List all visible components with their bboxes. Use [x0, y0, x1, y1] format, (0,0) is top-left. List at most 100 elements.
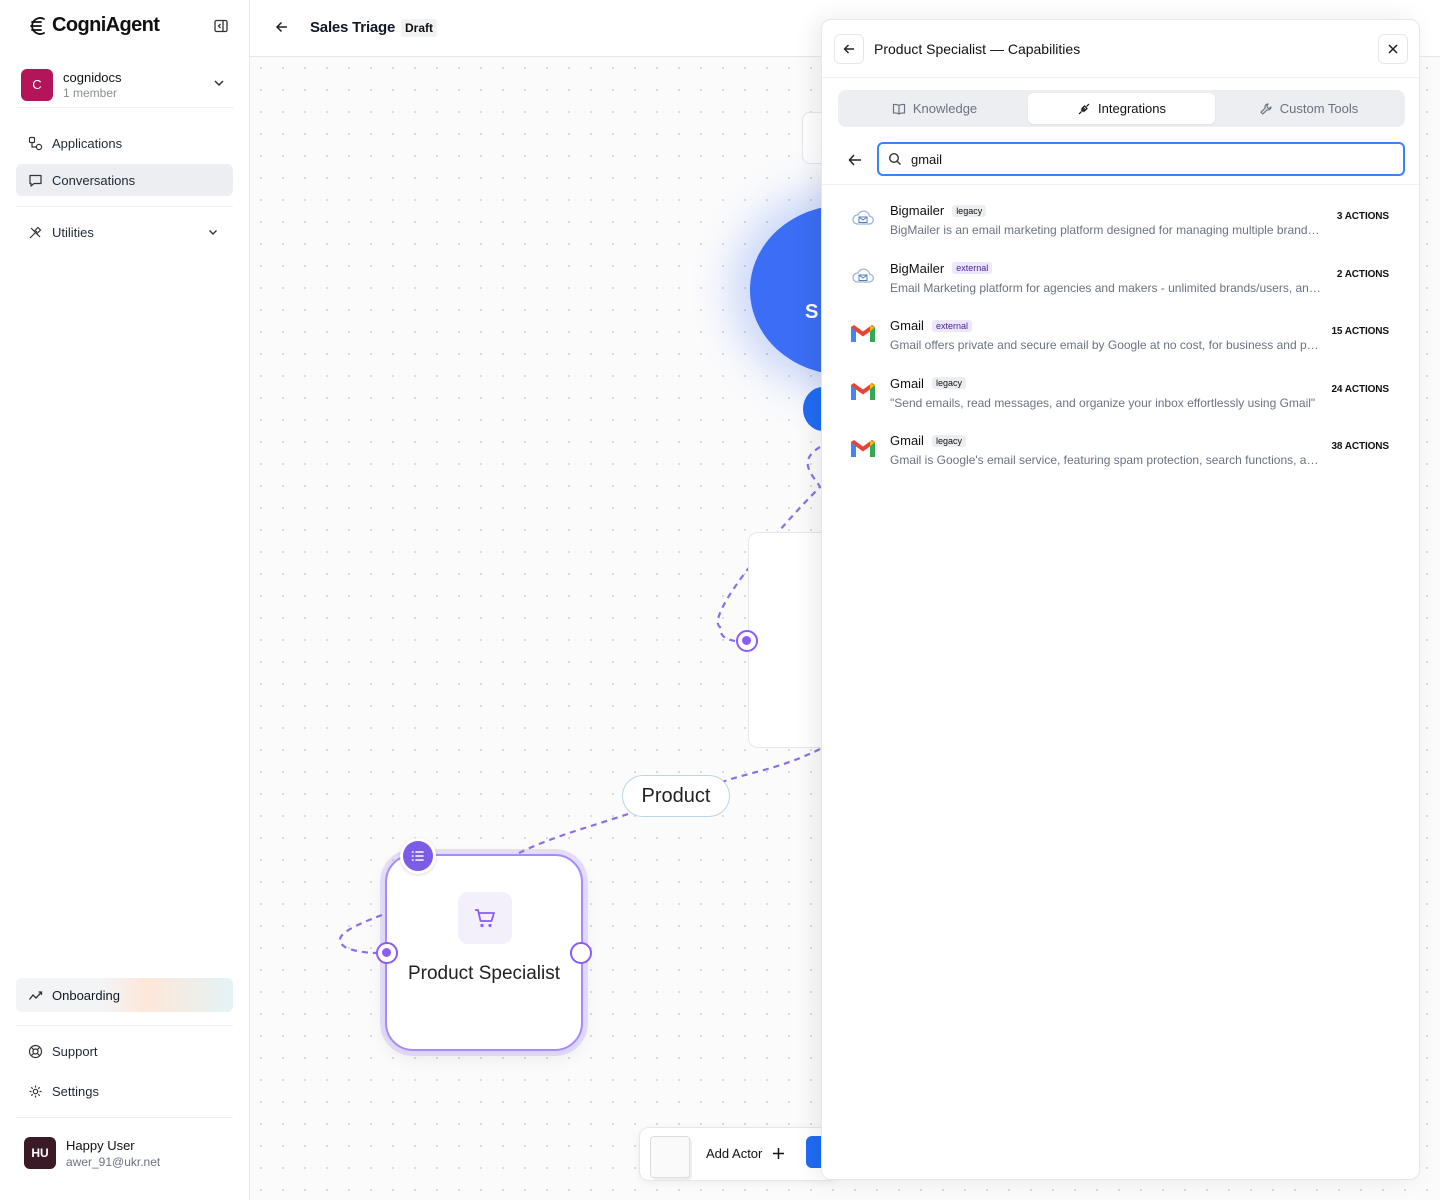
- integration-tag: legacy: [931, 434, 966, 447]
- chat-icon: [29, 174, 42, 187]
- plug-icon: [1078, 103, 1090, 114]
- add-actor-button[interactable]: Add Actor: [706, 1146, 785, 1161]
- action-count: 15 ACTIONS: [1331, 326, 1389, 337]
- user-profile[interactable]: HU Happy User awer_91@ukr.net: [16, 1128, 233, 1178]
- search-field[interactable]: [877, 142, 1405, 176]
- close-icon: [1388, 44, 1398, 54]
- integration-tag: legacy: [931, 377, 966, 389]
- tab-knowledge[interactable]: Knowledge: [841, 93, 1028, 124]
- sidebar-divider: [16, 1025, 233, 1026]
- list-item[interactable]: Gmail legacy Gmail is Google's email serv…: [822, 420, 1419, 478]
- integration-results: Bigmailer legacy BigMailer is an email ma…: [822, 190, 1419, 478]
- applications-icon: [28, 136, 43, 150]
- integration-tag: legacy: [952, 204, 987, 217]
- integration-description: "Send emails, read messages, and organiz…: [890, 395, 1316, 410]
- search-input[interactable]: [911, 149, 1391, 169]
- list-item[interactable]: BigMailer external Email Marketing platfo…: [822, 248, 1419, 306]
- chevron-down-icon: [209, 230, 217, 235]
- arrow-left-icon: [275, 21, 287, 32]
- sidebar-divider: [16, 1117, 233, 1118]
- search-back-icon[interactable]: [846, 151, 864, 169]
- actor-name: Product Specialist: [407, 963, 561, 984]
- org-name: cognidocs: [63, 69, 122, 85]
- app-name: CogniAgent: [52, 14, 160, 36]
- shopping-cart-icon: [475, 909, 495, 928]
- integration-tag: external: [952, 262, 993, 274]
- gmail-icon: [851, 382, 875, 400]
- org-members: 1 member: [63, 85, 118, 100]
- nav-conversations-label: Conversations: [52, 172, 136, 188]
- page-title: Sales Triage: [310, 19, 396, 36]
- actor-input-handle[interactable]: [376, 942, 398, 964]
- wrench-icon: [1260, 102, 1272, 115]
- bottom-toolbar: Add Actor: [639, 1127, 839, 1181]
- nav-support[interactable]: Support: [16, 1035, 233, 1067]
- nav-onboarding-label: Onboarding: [52, 987, 120, 1003]
- tab-knowledge-label: Knowledge: [912, 101, 978, 116]
- back-button[interactable]: [272, 18, 292, 38]
- chevron-down-icon: [214, 80, 224, 87]
- user-name: Happy User: [66, 1137, 135, 1153]
- actor-node[interactable]: Product Specialist: [385, 854, 583, 1051]
- nav-utilities[interactable]: Utilities: [16, 216, 233, 248]
- integration-description: BigMailer is an email marketing platform…: [890, 223, 1324, 237]
- logo-mark-icon: [30, 16, 45, 35]
- add-actor-label: Add Actor: [706, 1146, 763, 1161]
- integration-name: BigMailer: [890, 260, 945, 276]
- panel-divider: [822, 77, 1419, 78]
- integration-name: Gmail: [890, 375, 924, 391]
- panel-close-button[interactable]: [1378, 34, 1408, 64]
- gear-icon: [29, 1085, 42, 1097]
- integration-name: Gmail: [890, 433, 924, 448]
- actor-output-handle[interactable]: [570, 942, 592, 964]
- integration-description: Email Marketing platform for agencies an…: [890, 280, 1324, 295]
- list-item[interactable]: Gmail external Gmail offers private and s…: [822, 305, 1419, 363]
- nav-support-label: Support: [52, 1043, 98, 1059]
- search-icon: [888, 152, 901, 165]
- app-logo[interactable]: CogniAgent: [28, 14, 160, 37]
- document-icon[interactable]: [650, 1136, 690, 1178]
- collapse-sidebar-button[interactable]: [212, 18, 230, 36]
- action-count: 38 ACTIONS: [1331, 441, 1389, 452]
- capability-tabs: Knowledge Integrations Custom Tools: [838, 90, 1405, 127]
- book-icon: [892, 103, 905, 115]
- user-email: awer_91@ukr.net: [66, 1154, 161, 1169]
- integration-name: Gmail: [890, 318, 924, 333]
- lifebuoy-icon: [28, 1044, 43, 1058]
- trend-icon: [28, 990, 43, 1000]
- avatar: HU: [24, 1137, 56, 1169]
- panel-divider: [822, 184, 1419, 185]
- nav-applications[interactable]: Applications: [16, 127, 233, 159]
- integration-description: Gmail is Google's email service, featuri…: [890, 453, 1324, 467]
- status-badge: Draft: [401, 19, 438, 37]
- edge-label[interactable]: Product: [622, 775, 730, 817]
- nav-applications-label: Applications: [52, 135, 123, 151]
- nav-settings-label: Settings: [52, 1083, 99, 1099]
- tools-icon: [29, 226, 42, 238]
- integration-description: Gmail offers private and secure email by…: [890, 338, 1324, 352]
- nav-settings[interactable]: Settings: [16, 1075, 233, 1107]
- org-avatar: C: [21, 68, 53, 101]
- sidebar: CogniAgent C cognidocs 1 member Applicat…: [0, 0, 250, 1200]
- actor-list-badge[interactable]: [400, 838, 436, 874]
- action-count: 3 ACTIONS: [1336, 211, 1389, 222]
- sidebar-divider: [16, 206, 233, 207]
- nav-utilities-label: Utilities: [52, 224, 94, 240]
- gmail-icon: [851, 325, 875, 342]
- nav-conversations[interactable]: Conversations: [16, 164, 233, 196]
- tab-integrations[interactable]: Integrations: [1028, 93, 1215, 124]
- panel-back-button[interactable]: [834, 34, 864, 64]
- input-handle[interactable]: [736, 630, 758, 652]
- list-item[interactable]: Bigmailer legacy BigMailer is an email ma…: [822, 190, 1419, 248]
- list-icon: [411, 851, 424, 861]
- list-item[interactable]: Gmail legacy "Send emails, read messages,…: [822, 363, 1419, 421]
- action-count: 24 ACTIONS: [1331, 383, 1389, 395]
- panel-title: Product Specialist — Capabilities: [874, 41, 1081, 57]
- sidebar-toggle-icon: [214, 19, 228, 33]
- tab-custom-tools[interactable]: Custom Tools: [1215, 93, 1402, 124]
- actor-icon-box: [458, 892, 512, 944]
- arrow-left-icon: [843, 44, 854, 54]
- org-switcher[interactable]: C cognidocs 1 member: [16, 62, 234, 108]
- nav-onboarding[interactable]: Onboarding: [16, 978, 233, 1012]
- tab-custom-tools-label: Custom Tools: [1279, 101, 1359, 116]
